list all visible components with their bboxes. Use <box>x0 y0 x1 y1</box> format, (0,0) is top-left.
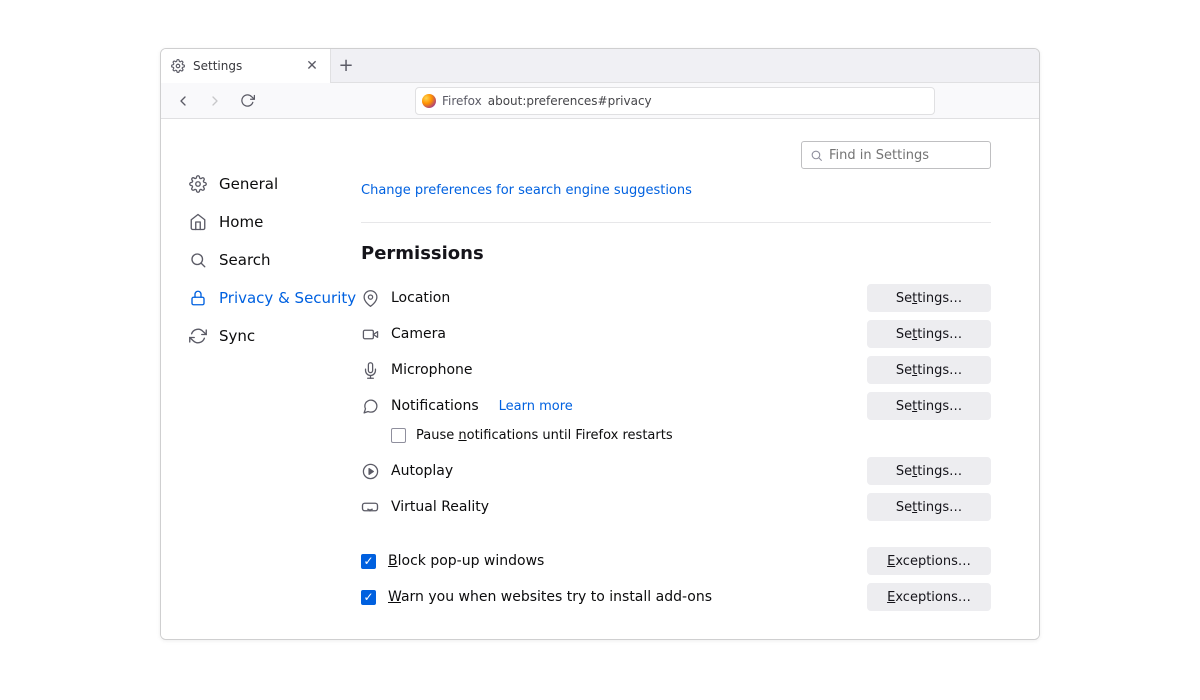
autoplay-icon <box>361 462 379 480</box>
back-button[interactable] <box>169 87 197 115</box>
sync-icon <box>189 327 207 345</box>
microphone-settings-button[interactable]: Settings… <box>867 356 991 384</box>
sidebar-item-label: Sync <box>219 327 255 345</box>
permission-label: Camera <box>391 326 446 342</box>
warn-addons-row: Warn you when websites try to install ad… <box>361 579 991 615</box>
search-suggestions-link[interactable]: Change preferences for search engine sug… <box>361 183 991 198</box>
permission-label: Microphone <box>391 362 473 378</box>
permission-row-camera: Camera Settings… <box>361 316 991 352</box>
addons-exceptions-button[interactable]: Exceptions… <box>867 583 991 611</box>
lock-icon <box>189 289 207 307</box>
warn-addons-checkbox[interactable] <box>361 590 376 605</box>
sidebar-item-label: Privacy & Security <box>219 289 356 307</box>
permission-label: Location <box>391 290 450 306</box>
popups-exceptions-button[interactable]: Exceptions… <box>867 547 991 575</box>
sidebar-item-general[interactable]: General <box>185 165 361 203</box>
search-icon <box>810 149 823 162</box>
permission-label: Notifications <box>391 398 479 414</box>
location-settings-button[interactable]: Settings… <box>867 284 991 312</box>
permission-row-location: Location Settings… <box>361 280 991 316</box>
home-icon <box>189 213 207 231</box>
permission-label: Autoplay <box>391 463 453 479</box>
notification-icon <box>361 397 379 415</box>
notifications-settings-button[interactable]: Settings… <box>867 392 991 420</box>
settings-search-input[interactable]: Find in Settings <box>801 141 991 169</box>
autoplay-settings-button[interactable]: Settings… <box>867 457 991 485</box>
search-icon <box>189 251 207 269</box>
url-text: about:preferences#privacy <box>488 94 652 108</box>
settings-panel: Find in Settings Change preferences for … <box>361 119 1039 639</box>
permission-row-microphone: Microphone Settings… <box>361 352 991 388</box>
sidebar-item-privacy[interactable]: Privacy & Security <box>185 279 361 317</box>
new-tab-button[interactable]: + <box>331 55 361 76</box>
permission-label: Virtual Reality <box>391 499 489 515</box>
gear-icon <box>171 59 185 73</box>
forward-button[interactable] <box>201 87 229 115</box>
content-area: General Home Search Privacy & Security <box>161 119 1039 639</box>
sidebar-item-search[interactable]: Search <box>185 241 361 279</box>
url-identity: Firefox <box>442 94 482 108</box>
sidebar-item-sync[interactable]: Sync <box>185 317 361 355</box>
reload-button[interactable] <box>233 87 261 115</box>
permissions-heading: Permissions <box>361 243 991 264</box>
toolbar: Firefox about:preferences#privacy <box>161 83 1039 119</box>
vr-settings-button[interactable]: Settings… <box>867 493 991 521</box>
pause-notifications-row: Pause notifications until Firefox restar… <box>361 424 991 453</box>
tab-strip: Settings ✕ + <box>161 49 1039 83</box>
sidebar-item-home[interactable]: Home <box>185 203 361 241</box>
vr-icon <box>361 498 379 516</box>
permission-row-notifications: Notifications Learn more Settings… <box>361 388 991 424</box>
close-icon[interactable]: ✕ <box>304 58 320 74</box>
camera-settings-button[interactable]: Settings… <box>867 320 991 348</box>
notifications-learn-more-link[interactable]: Learn more <box>499 399 573 414</box>
block-popups-checkbox[interactable] <box>361 554 376 569</box>
warn-addons-label: Warn you when websites try to install ad… <box>388 589 712 605</box>
sidebar-item-label: General <box>219 175 278 193</box>
gear-icon <box>189 175 207 193</box>
browser-window: Settings ✕ + Firefox about:preferences#p… <box>160 48 1040 640</box>
pause-notifications-checkbox[interactable] <box>391 428 406 443</box>
permission-row-vr: Virtual Reality Settings… <box>361 489 991 525</box>
section-separator <box>361 222 991 223</box>
search-placeholder: Find in Settings <box>829 148 929 163</box>
camera-icon <box>361 325 379 343</box>
pause-notifications-label: Pause notifications until Firefox restar… <box>416 428 673 443</box>
sidebar-item-label: Home <box>219 213 263 231</box>
permission-row-autoplay: Autoplay Settings… <box>361 453 991 489</box>
tab-settings[interactable]: Settings ✕ <box>161 49 331 83</box>
tab-label: Settings <box>193 59 242 73</box>
firefox-icon <box>422 94 436 108</box>
url-bar[interactable]: Firefox about:preferences#privacy <box>415 87 935 115</box>
microphone-icon <box>361 361 379 379</box>
location-icon <box>361 289 379 307</box>
block-popups-row: Block pop-up windows Exceptions… <box>361 543 991 579</box>
settings-sidebar: General Home Search Privacy & Security <box>161 119 361 639</box>
sidebar-item-label: Search <box>219 251 271 269</box>
block-popups-label: Block pop-up windows <box>388 553 544 569</box>
